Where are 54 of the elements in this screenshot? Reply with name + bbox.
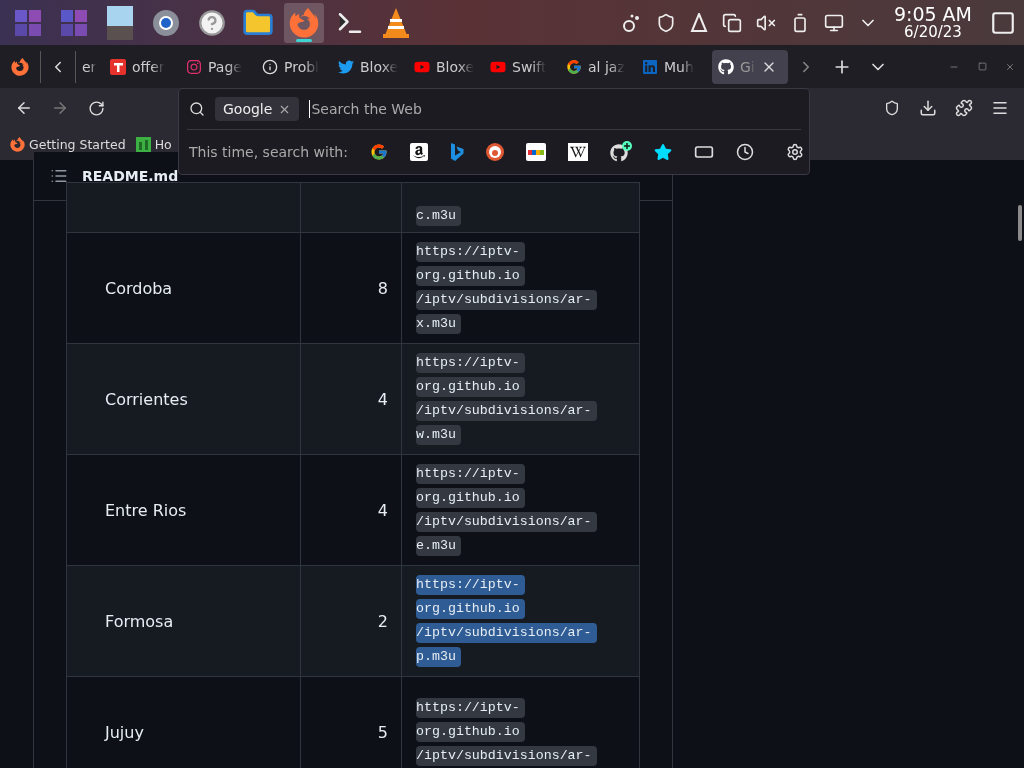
camera-icon	[186, 58, 202, 75]
clock-date: 6/20/23	[904, 25, 962, 40]
search-field[interactable]: Search the Web	[309, 100, 799, 118]
google-icon	[566, 58, 582, 75]
browser-tab[interactable]: Bloxe	[332, 49, 408, 84]
t-logo-icon	[110, 58, 126, 75]
close-icon	[1005, 61, 1015, 72]
bookmark-link[interactable]: Getting Started	[10, 136, 126, 152]
browser-tab[interactable]: Swift	[484, 49, 560, 84]
url-code: https://iptv- org.github.io /iptv/subdivisions/ar- e.m3u	[416, 462, 597, 558]
browser-tab[interactable]: offer	[104, 49, 180, 84]
forward-icon	[51, 99, 69, 117]
url-code: https://iptv- org.github.io /iptv/subdivisions/ar- x.m3u	[416, 240, 597, 336]
engine-chip[interactable]: Google	[215, 97, 300, 121]
url-code: https://iptv- org.github.io /iptv/subdivisions/ar-	[416, 696, 597, 768]
scrollbar-thumb[interactable]	[1018, 205, 1022, 241]
url-code: https://iptv- org.github.io /iptv/subdivisions/ar- p.m3u	[416, 573, 597, 669]
search-icon	[189, 101, 205, 117]
search-with-label: This time, search with:	[189, 144, 348, 160]
bookmark-link[interactable]: Ho	[135, 136, 172, 152]
browser-tab[interactable]: Gi	[712, 49, 788, 84]
clipboard-icon	[721, 12, 742, 33]
list-icon	[50, 167, 68, 185]
mute-icon	[755, 12, 776, 33]
back-icon	[15, 99, 33, 117]
browser-tab[interactable]: Page	[180, 49, 256, 84]
download-icon	[919, 99, 937, 117]
info-icon	[262, 58, 278, 75]
browser-tab[interactable]: al jaz	[560, 49, 636, 84]
table-cell: Jujuy	[66, 676, 301, 768]
browser-tab[interactable]: Bloxe	[408, 49, 484, 84]
linkedin-icon	[642, 58, 658, 75]
settings-icon	[785, 143, 804, 161]
puzzle-icon	[955, 99, 973, 117]
readme-title: README.md	[82, 168, 179, 184]
url-code: c.m3u	[416, 204, 461, 228]
menu-icon	[991, 99, 1009, 117]
monitor-icon	[823, 12, 844, 33]
chart-icon	[135, 136, 151, 152]
maximize-icon	[977, 62, 987, 71]
traffic-cone-icon	[689, 12, 708, 33]
browser-icon	[11, 57, 29, 76]
browser-icon	[10, 136, 25, 152]
reload-icon	[87, 99, 105, 117]
browser-tab[interactable]: Muh	[636, 49, 712, 84]
tab-label[interactable]: er	[82, 58, 97, 75]
shield-icon	[884, 100, 900, 116]
bird-icon	[338, 58, 354, 75]
clock-time: 9:05 AM	[893, 5, 972, 24]
github-icon	[718, 58, 734, 75]
url-code: https://iptv- org.github.io /iptv/subdivisions/ar- w.m3u	[416, 351, 597, 447]
browser-tab[interactable]: Probl	[256, 49, 332, 84]
browser-icon[interactable]	[284, 2, 324, 43]
show-desktop-icon	[990, 9, 1016, 36]
